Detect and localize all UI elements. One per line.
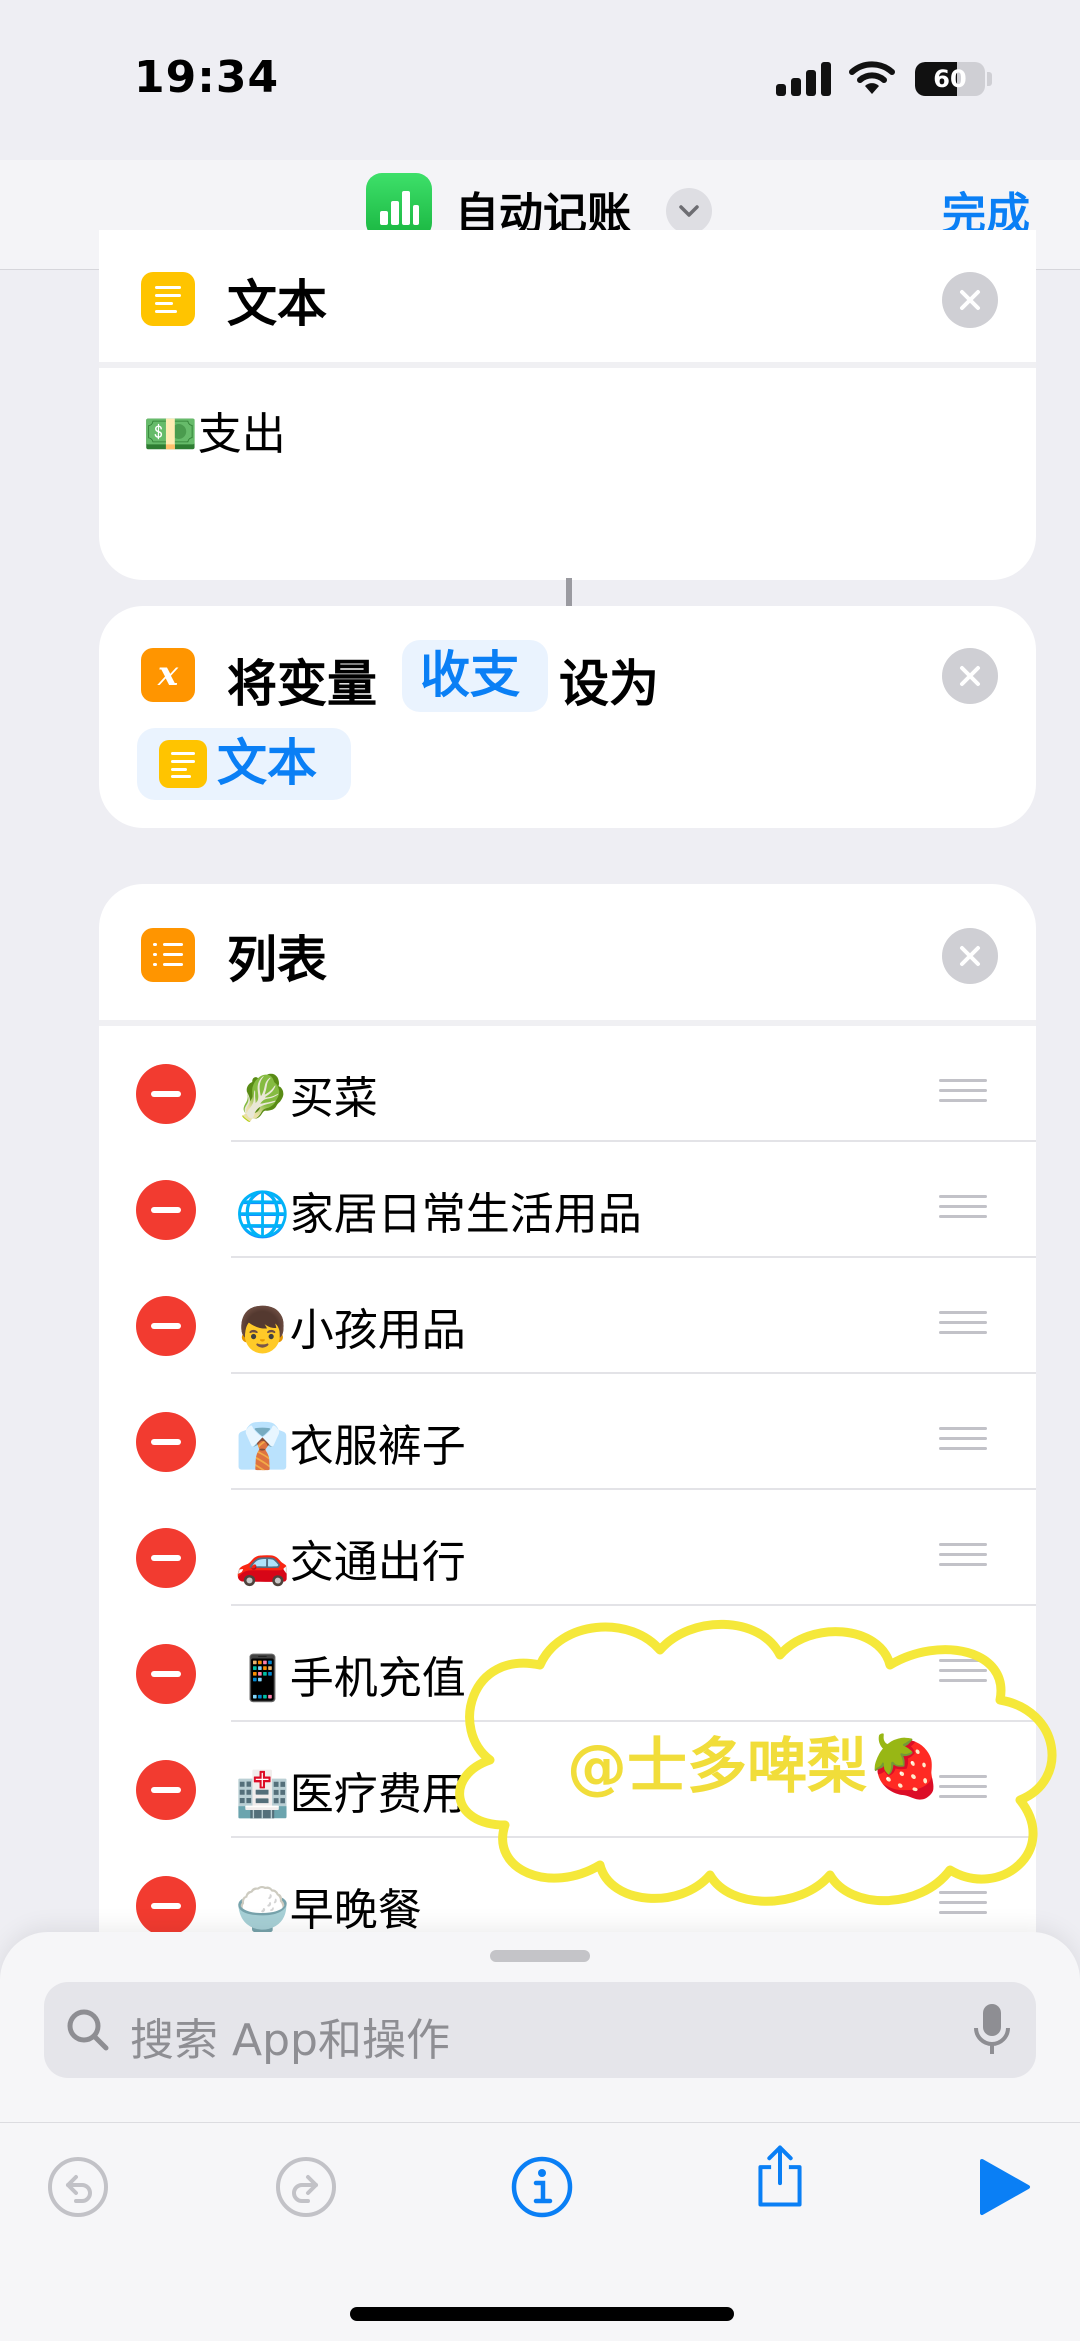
delete-item-icon[interactable] — [136, 1876, 196, 1936]
list-item-label[interactable]: 🌐家居日常生活用品 — [235, 1178, 642, 1242]
list-item-label[interactable]: 🍚早晚餐 — [235, 1874, 422, 1938]
drag-handle-icon[interactable] — [939, 1079, 987, 1103]
set-variable-card[interactable]: x 将变量 收支 设为 文本 — [99, 606, 1036, 828]
delete-item-icon[interactable] — [136, 1064, 196, 1124]
bottom-sheet[interactable]: 搜索 App和操作 — [0, 1932, 1080, 2341]
chevron-down-icon[interactable] — [666, 188, 712, 234]
status-time: 19:34 — [134, 52, 280, 103]
delete-item-icon[interactable] — [136, 1296, 196, 1356]
info-icon[interactable] — [510, 2155, 574, 2219]
drag-handle-icon[interactable] — [939, 1195, 987, 1219]
divider — [99, 362, 1036, 368]
close-icon[interactable] — [942, 272, 998, 328]
text-icon — [141, 272, 195, 326]
set-variable-middle: 设为 — [559, 655, 659, 713]
cellular-signal-icon — [776, 62, 832, 96]
battery-tip — [987, 72, 992, 86]
drag-handle-icon[interactable] — [939, 1311, 987, 1335]
status-bar: 19:34 60 — [0, 0, 1080, 160]
list-item-label[interactable]: 👔衣服裤子 — [235, 1410, 466, 1474]
set-variable-prefix: 将变量 — [227, 655, 377, 713]
watermark-text: @士多啤梨🍓 — [567, 1732, 942, 1802]
redo-icon[interactable] — [274, 2155, 338, 2219]
text-action-title: 文本 — [227, 275, 327, 333]
sheet-grabber[interactable] — [490, 1950, 590, 1962]
list-item-label[interactable]: 👦小孩用品 — [235, 1294, 466, 1358]
search-bar[interactable]: 搜索 App和操作 — [44, 1982, 1036, 2078]
variable-x-icon: x — [141, 648, 195, 702]
variable-name: 收支 — [420, 646, 520, 704]
variable-name-token[interactable]: 收支 — [402, 640, 548, 712]
delete-item-icon[interactable] — [136, 1760, 196, 1820]
battery-level: 60 — [933, 65, 967, 93]
variable-value-token[interactable]: 文本 — [137, 728, 351, 800]
home-indicator — [350, 2307, 734, 2321]
list-item[interactable]: 👦小孩用品 — [99, 1258, 1036, 1374]
list-item[interactable]: 🌐家居日常生活用品 — [99, 1142, 1036, 1258]
delete-item-icon[interactable] — [136, 1180, 196, 1240]
list-item[interactable]: 👔衣服裤子 — [99, 1374, 1036, 1490]
close-icon[interactable] — [942, 928, 998, 984]
list-item[interactable]: 🚗交通出行 — [99, 1490, 1036, 1606]
text-action-card[interactable]: 文本 💵支出 — [99, 230, 1036, 580]
microphone-icon[interactable] — [972, 2002, 1012, 2058]
list-item[interactable]: 🥬买菜 — [99, 1026, 1036, 1142]
close-icon[interactable] — [942, 648, 998, 704]
battery-icon: 60 — [915, 62, 985, 96]
list-icon — [141, 928, 195, 982]
variable-value: 文本 — [217, 734, 317, 792]
list-action-title: 列表 — [227, 931, 327, 989]
flow-connector — [566, 578, 572, 606]
magnifier-icon — [67, 2009, 109, 2051]
play-icon[interactable] — [972, 2155, 1036, 2219]
undo-icon[interactable] — [46, 2155, 110, 2219]
drag-handle-icon[interactable] — [939, 1427, 987, 1451]
search-input[interactable]: 搜索 App和操作 — [130, 2004, 450, 2068]
text-content[interactable]: 💵支出 — [143, 398, 286, 462]
wifi-icon — [848, 58, 896, 98]
drag-handle-icon[interactable] — [939, 1543, 987, 1567]
toolbar-divider — [0, 2122, 1080, 2123]
text-icon — [159, 740, 207, 788]
delete-item-icon[interactable] — [136, 1528, 196, 1588]
list-item-label[interactable]: 🥬买菜 — [235, 1062, 378, 1126]
list-item-label[interactable]: 🚗交通出行 — [235, 1526, 466, 1590]
share-icon[interactable] — [748, 2144, 812, 2208]
delete-item-icon[interactable] — [136, 1644, 196, 1704]
delete-item-icon[interactable] — [136, 1412, 196, 1472]
